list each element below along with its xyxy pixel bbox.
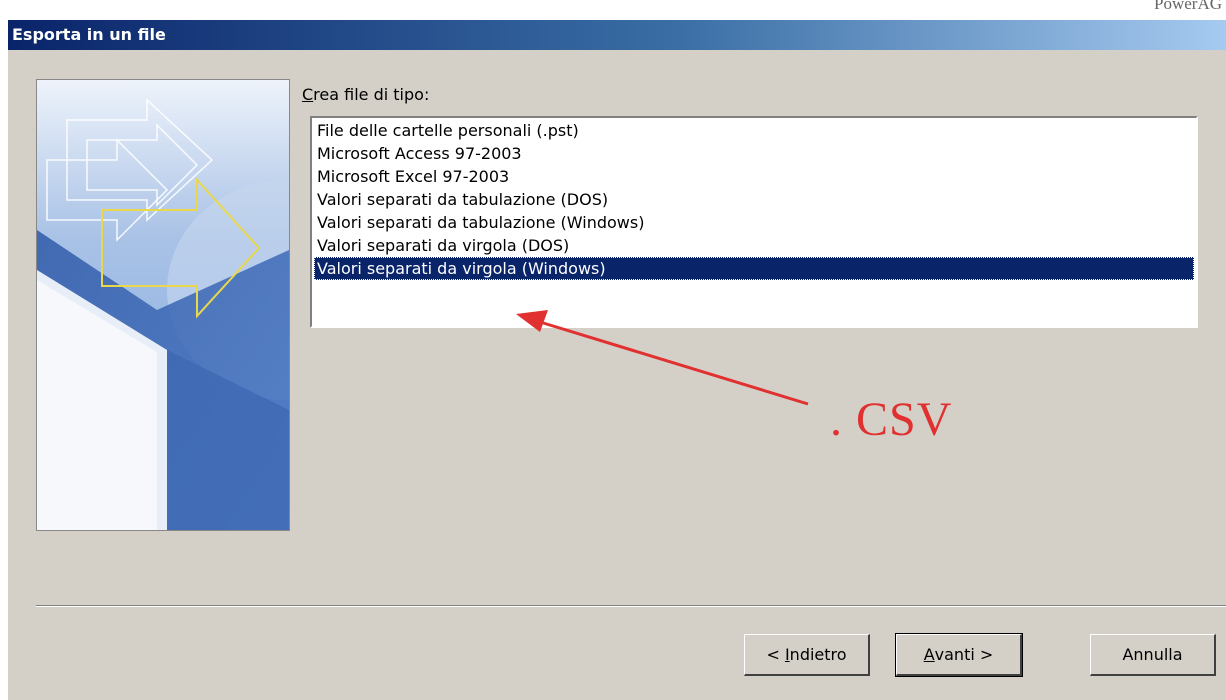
- back-button-prefix: <: [766, 645, 785, 664]
- cancel-button[interactable]: Annulla: [1090, 634, 1216, 676]
- export-dialog: Esporta in un file Crea file di tipo: Fi…: [8, 20, 1226, 700]
- corner-watermark-text: PowerAG: [1154, 0, 1222, 13]
- next-button-text: vanti >: [934, 645, 994, 664]
- next-button-mnemonic: A: [923, 645, 935, 664]
- list-item-tab-dos[interactable]: Valori separati da tabulazione (DOS): [314, 188, 1194, 211]
- annotation-csv-label: . CSV: [830, 393, 953, 446]
- dialog-title: Esporta in un file: [8, 20, 1226, 50]
- list-item-csv-dos[interactable]: Valori separati da virgola (DOS): [314, 234, 1194, 257]
- list-item-excel[interactable]: Microsoft Excel 97-2003: [314, 165, 1194, 188]
- file-type-label: Crea file di tipo:: [302, 85, 429, 104]
- file-type-listbox[interactable]: File delle cartelle personali (.pst) Mic…: [310, 116, 1198, 328]
- list-item-access[interactable]: Microsoft Access 97-2003: [314, 142, 1194, 165]
- list-item-csv-windows[interactable]: Valori separati da virgola (Windows): [314, 257, 1194, 280]
- list-item-tab-windows[interactable]: Valori separati da tabulazione (Windows): [314, 211, 1194, 234]
- list-item-pst[interactable]: File delle cartelle personali (.pst): [314, 119, 1194, 142]
- wizard-side-image: [36, 79, 290, 531]
- wizard-graphic: [37, 80, 289, 530]
- file-type-label-mnemonic: C: [302, 85, 314, 104]
- back-button[interactable]: < Indietro: [744, 634, 870, 676]
- button-separator: [36, 605, 1226, 607]
- back-button-text: ndietro: [789, 645, 847, 664]
- next-button[interactable]: Avanti >: [895, 633, 1023, 677]
- file-type-label-text: rea file di tipo:: [313, 85, 430, 104]
